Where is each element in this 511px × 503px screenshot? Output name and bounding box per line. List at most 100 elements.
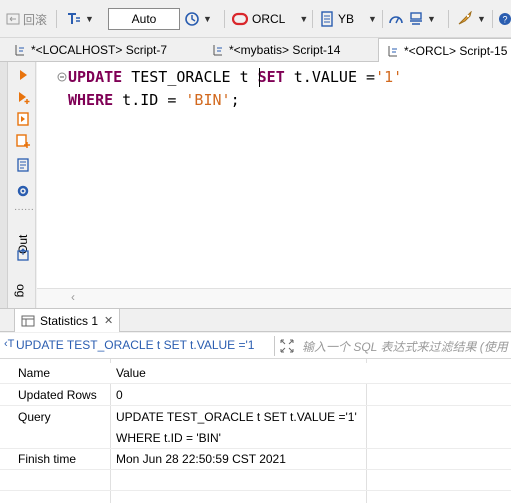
execute-statement-icon[interactable] bbox=[16, 68, 30, 82]
row-name: Query bbox=[18, 410, 51, 424]
more-dots: ······ bbox=[14, 204, 34, 215]
rollback-label: 回滚 bbox=[23, 12, 48, 27]
chevron-down-icon: ▼ bbox=[203, 14, 212, 24]
string-literal: 'BIN' bbox=[185, 91, 231, 109]
tools-icon bbox=[410, 12, 422, 25]
chevron-down-icon: ▼ bbox=[368, 14, 377, 24]
main-toolbar: 回滚 ▼ Auto ▼ ORCL ▼ YB ▼ ▼ ▼ ? bbox=[0, 0, 511, 38]
rollback-icon bbox=[6, 13, 20, 25]
sql-query-icon: ‹T bbox=[4, 338, 15, 350]
tab-label: *<mybatis> Script-14 bbox=[229, 43, 341, 57]
rocket-icon bbox=[458, 11, 472, 25]
log-panel-toggle[interactable]: og bbox=[14, 284, 28, 297]
svg-text:?: ? bbox=[503, 15, 508, 25]
gear-icon[interactable] bbox=[16, 184, 30, 198]
help-button[interactable]: ? bbox=[498, 8, 511, 30]
semicolon: ; bbox=[230, 91, 240, 109]
row-value: 0 bbox=[116, 388, 123, 402]
table-header: Name Value bbox=[0, 363, 511, 384]
row-name: Updated Rows bbox=[18, 388, 97, 402]
text-cursor bbox=[259, 68, 260, 87]
column-header-value[interactable]: Value bbox=[116, 366, 146, 380]
oracle-icon bbox=[232, 12, 248, 26]
sql-script-icon bbox=[213, 45, 222, 56]
code-line-1: UPDATE TEST_ORACLE t SET t.VALUE ='1' bbox=[68, 68, 402, 86]
keyword-set: SET bbox=[257, 68, 285, 86]
statistics-table: Name Value Updated Rows 0 Query UPDATE T… bbox=[0, 359, 511, 503]
row-value: Mon Jun 28 22:50:59 CST 2021 bbox=[116, 452, 286, 466]
filter-input[interactable]: 输入一个 SQL 表达式来过滤结果 (使用 bbox=[302, 338, 508, 355]
connection-selector[interactable]: ORCL ▼ bbox=[232, 8, 308, 30]
toolbar-divider bbox=[382, 10, 383, 28]
chevron-down-icon: ▼ bbox=[427, 14, 436, 24]
where-expression: t.ID = bbox=[113, 91, 186, 109]
tools-button[interactable]: ▼ bbox=[408, 8, 436, 30]
scroll-left-icon[interactable]: ‹ bbox=[71, 290, 75, 304]
launch-button[interactable]: ▼ bbox=[456, 8, 486, 30]
editor-tab-bar: *<LOCALHOST> Script-7 *<mybatis> Script-… bbox=[0, 38, 511, 62]
tab-mybatis-script-14[interactable]: *<mybatis> Script-14 bbox=[212, 38, 340, 62]
editor-ruler bbox=[0, 62, 8, 308]
code-line-2: WHERE t.ID = 'BIN'; bbox=[68, 91, 240, 109]
sql-script-icon bbox=[15, 45, 24, 56]
rollback-button[interactable]: 回滚 bbox=[6, 8, 47, 30]
execute-script-new-tab-icon[interactable] bbox=[16, 134, 30, 148]
toolbar-divider bbox=[56, 10, 57, 28]
explain-plan-icon[interactable] bbox=[16, 158, 30, 172]
tab-orcl-script-15[interactable]: *<ORCL> Script-15 bbox=[378, 38, 511, 62]
help-icon: ? bbox=[499, 13, 511, 25]
schema-selector[interactable]: YB ▼ bbox=[320, 8, 377, 30]
chevron-down-icon: ▼ bbox=[299, 14, 309, 24]
tab-label: Statistics 1 bbox=[40, 313, 99, 328]
tab-statistics-1[interactable]: Statistics 1 ✕ bbox=[14, 309, 121, 332]
table-row[interactable]: Query UPDATE TEST_ORACLE t SET t.VALUE =… bbox=[0, 407, 511, 428]
transaction-mode-button[interactable]: ▼ bbox=[66, 8, 94, 30]
toolbar-divider bbox=[492, 10, 493, 28]
table-row-continuation[interactable]: WHERE t.ID = 'BIN' bbox=[0, 428, 511, 449]
table-alias: t bbox=[239, 68, 249, 86]
keyword-update: UPDATE bbox=[68, 68, 123, 86]
row-name: Finish time bbox=[18, 452, 77, 466]
row-value: UPDATE TEST_ORACLE t SET t.VALUE ='1' bbox=[116, 410, 357, 424]
sql-script-icon bbox=[388, 45, 397, 56]
editor-horizontal-scrollbar[interactable]: ‹ bbox=[37, 288, 511, 308]
schema-label: YB bbox=[338, 12, 355, 26]
keyword-where: WHERE bbox=[68, 91, 114, 109]
column-header-name[interactable]: Name bbox=[18, 366, 50, 380]
toolbar-divider bbox=[224, 10, 225, 28]
transaction-mode-icon bbox=[68, 13, 80, 24]
tab-label: *<LOCALHOST> Script-7 bbox=[31, 43, 168, 57]
string-literal: '1' bbox=[375, 68, 403, 86]
history-button[interactable]: ▼ bbox=[184, 8, 212, 30]
collapse-icon[interactable] bbox=[57, 72, 67, 82]
chevron-down-icon: ▼ bbox=[477, 14, 486, 24]
sql-editor[interactable]: UPDATE TEST_ORACLE t SET t.VALUE ='1' WH… bbox=[37, 62, 511, 288]
schema-icon bbox=[321, 11, 333, 27]
connection-label: ORCL bbox=[252, 12, 286, 26]
dashboard-button[interactable] bbox=[388, 8, 404, 30]
table-name: TEST_ORACLE bbox=[122, 68, 240, 86]
filter-divider bbox=[274, 336, 275, 356]
toolbar-divider bbox=[448, 10, 449, 28]
set-expression: t.VALUE = bbox=[284, 68, 376, 86]
export-icon[interactable] bbox=[16, 248, 30, 262]
history-icon bbox=[185, 12, 199, 26]
gauge-icon bbox=[389, 16, 403, 24]
tab-localhost-script-7[interactable]: *<LOCALHOST> Script-7 bbox=[14, 38, 167, 62]
commit-mode-select[interactable]: Auto bbox=[108, 8, 180, 30]
expand-icon[interactable] bbox=[280, 339, 294, 353]
statistics-icon bbox=[21, 315, 35, 326]
table-row[interactable]: Updated Rows 0 bbox=[0, 385, 511, 406]
close-icon[interactable]: ✕ bbox=[104, 314, 113, 327]
tab-label: *<ORCL> Script-15 bbox=[404, 43, 508, 58]
execute-script-icon[interactable] bbox=[16, 112, 30, 126]
execute-new-tab-icon[interactable] bbox=[16, 90, 30, 104]
chevron-down-icon: ▼ bbox=[85, 14, 94, 24]
executed-query-text: UPDATE TEST_ORACLE t SET t.VALUE ='1 bbox=[16, 338, 255, 352]
toolbar-divider bbox=[312, 10, 313, 28]
table-row[interactable]: Finish time Mon Jun 28 22:50:59 CST 2021 bbox=[0, 449, 511, 470]
results-tab-bar: Statistics 1 ✕ bbox=[0, 308, 511, 332]
table-row-empty bbox=[0, 470, 511, 491]
results-filter-bar: ‹T UPDATE TEST_ORACLE t SET t.VALUE ='1 … bbox=[0, 333, 511, 359]
